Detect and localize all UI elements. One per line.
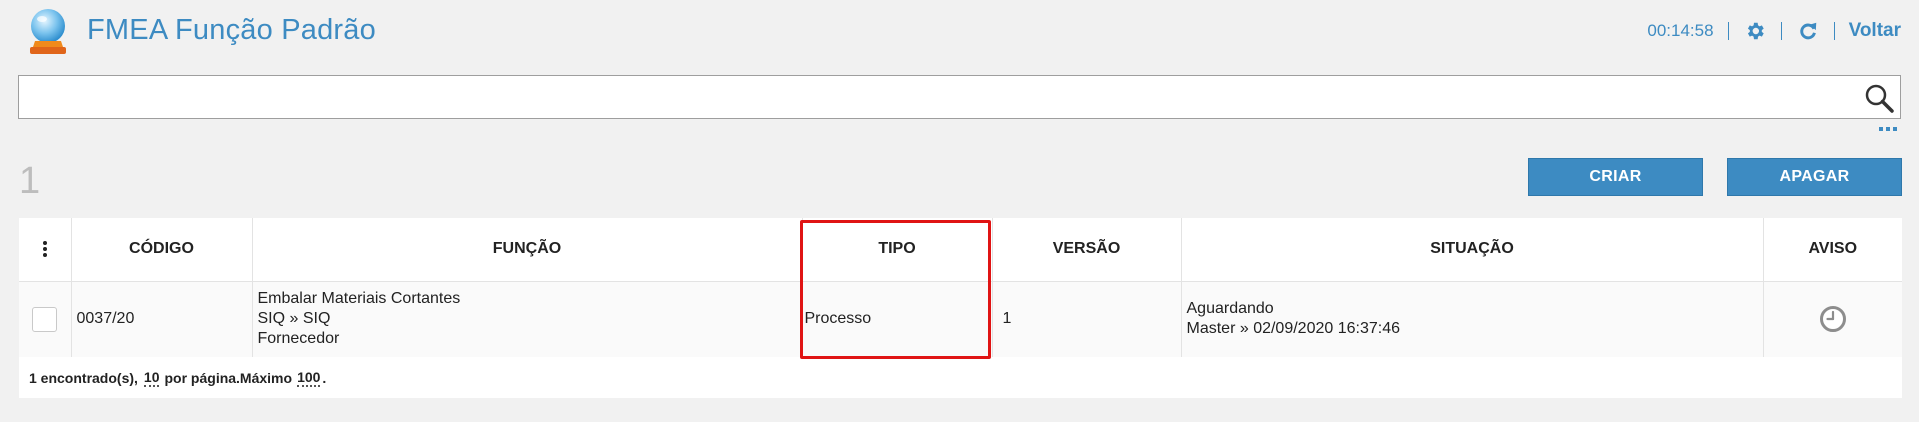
divider (1780, 22, 1782, 40)
cell-tipo: Processo (802, 281, 993, 357)
search-icon[interactable] (1864, 83, 1894, 113)
column-header-versao[interactable]: VERSÃO (992, 218, 1182, 282)
cell-aviso (1763, 281, 1902, 357)
data-grid: CÓDIGO FUNÇÃO TIPO VERSÃO SITUAÇÃO AVISO… (19, 218, 1902, 398)
funcao-category: Fornecedor (257, 330, 340, 348)
found-text: 1 encontrado(s), (29, 369, 138, 386)
session-timer: 00:14:58 (1647, 21, 1714, 40)
situacao-detail: Master » 02/09/2020 16:37:46 (1186, 320, 1401, 338)
cell-funcao: Embalar Materiais Cortantes SIQ » SIQ Fo… (252, 281, 803, 357)
result-count: 1 (19, 160, 41, 202)
refresh-icon[interactable] (1796, 19, 1820, 43)
header-actions: 00:14:58 Voltar (1647, 18, 1901, 44)
page-title: FMEA Função Padrão (87, 14, 376, 46)
per-page-text: por página.Máximo (164, 369, 293, 386)
column-header-situacao[interactable]: SITUAÇÃO (1181, 218, 1764, 282)
app-header: FMEA Função Padrão 00:14:58 Voltar (0, 0, 1919, 64)
kebab-menu-icon[interactable] (42, 241, 48, 258)
create-button[interactable]: CRIAR (1528, 158, 1703, 196)
table-row[interactable]: 0037/20 Embalar Materiais Cortantes SIQ … (19, 281, 1902, 357)
situacao-status: Aguardando (1186, 300, 1274, 318)
funcao-name: Embalar Materiais Cortantes (257, 290, 461, 308)
table-header-row: CÓDIGO FUNÇÃO TIPO VERSÃO SITUAÇÃO AVISO (19, 218, 1902, 282)
funcao-path: SIQ » SIQ (257, 310, 331, 328)
divider (1833, 22, 1835, 40)
cell-codigo: 0037/20 (71, 281, 253, 357)
crystal-ball-logo (30, 9, 66, 54)
cell-situacao: Aguardando Master » 02/09/2020 16:37:46 (1181, 281, 1764, 357)
gear-icon[interactable] (1743, 19, 1767, 43)
search-input[interactable] (25, 82, 1855, 112)
column-header-tipo[interactable]: TIPO (802, 218, 993, 282)
per-page-selector[interactable]: 10 (143, 369, 160, 387)
back-link[interactable]: Voltar (1849, 20, 1901, 42)
search-bar (18, 75, 1901, 119)
row-select-cell (19, 281, 72, 357)
row-checkbox[interactable] (32, 306, 58, 332)
column-header-funcao[interactable]: FUNÇÃO (252, 218, 803, 282)
column-header-codigo[interactable]: CÓDIGO (71, 218, 253, 282)
footer-end: . (322, 369, 327, 386)
divider (1727, 22, 1729, 40)
column-menu[interactable] (19, 218, 72, 282)
advanced-search-dots-icon[interactable] (1879, 127, 1897, 133)
column-header-aviso[interactable]: AVISO (1763, 218, 1902, 282)
clock-icon[interactable] (1819, 305, 1847, 333)
cell-versao: 1 (992, 281, 1182, 357)
delete-button[interactable]: APAGAR (1727, 158, 1902, 196)
table-footer: 1 encontrado(s), 10 por página.Máximo 10… (19, 357, 1902, 398)
results-table: CÓDIGO FUNÇÃO TIPO VERSÃO SITUAÇÃO AVISO… (19, 218, 1902, 357)
max-selector[interactable]: 100 (297, 369, 321, 387)
